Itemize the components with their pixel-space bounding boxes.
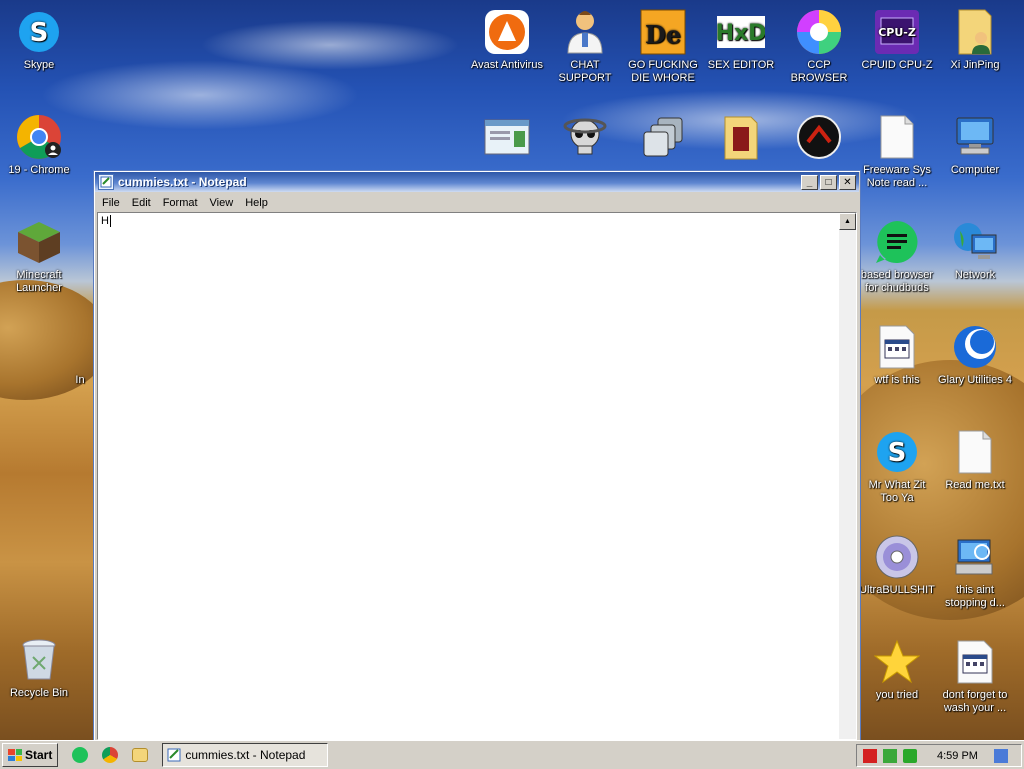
desktop-icon-avast[interactable]: Avast Antivirus	[467, 8, 547, 72]
desktop-icon-based-browser[interactable]: based browser for chudbuds	[857, 218, 937, 295]
desktop-icon-de[interactable]: De GO FUCKING DIE WHORE	[623, 8, 703, 85]
svg-text:CPU-Z: CPU-Z	[878, 26, 916, 39]
pc-search-icon	[951, 533, 999, 581]
desktop-icon-chat-support[interactable]: CHAT SUPPORT	[545, 8, 625, 85]
ccp-utopia-icon	[795, 113, 843, 161]
scroll-up-arrow[interactable]: ▲	[839, 213, 856, 230]
disc-icon	[873, 533, 921, 581]
text-caret	[109, 215, 111, 228]
hxd-icon: HxD	[717, 8, 765, 56]
svg-text:De: De	[645, 20, 681, 49]
menu-view[interactable]: View	[204, 195, 240, 211]
desktop-icon-dont-forget[interactable]: dont forget to wash your ...	[935, 638, 1015, 715]
desktop-icon-skype[interactable]: S Skype	[0, 8, 79, 72]
folder-user-icon	[951, 8, 999, 56]
minimize-button[interactable]: _	[801, 174, 818, 190]
notepad-icon	[167, 748, 181, 762]
editor-content: H	[101, 215, 109, 227]
desktop-icon-freeware-note[interactable]: Freeware Sys Note read ...	[857, 113, 937, 190]
desktop-icon-layers[interactable]	[623, 113, 703, 164]
desktop-icon-hxd[interactable]: HxD SEX EDITOR	[701, 8, 781, 72]
desktop-icon-cpuz[interactable]: CPU-Z CPUID CPU-Z	[857, 8, 937, 72]
green-browser-icon	[873, 218, 921, 266]
start-button[interactable]: Start	[2, 743, 59, 767]
text-editor[interactable]: H ▲	[97, 212, 857, 740]
glary-icon	[951, 323, 999, 371]
vertical-scrollbar[interactable]: ▲	[839, 213, 856, 739]
chrome-icon	[15, 113, 63, 161]
desktop-icon-ccp-browser[interactable]: CCP BROWSER	[779, 8, 859, 85]
menu-help[interactable]: Help	[239, 195, 274, 211]
recycle-bin-icon	[15, 636, 63, 684]
window-title: cummies.txt - Notepad	[118, 175, 247, 189]
taskbar-notepad-button[interactable]: cummies.txt - Notepad	[162, 743, 329, 767]
window-app-icon	[483, 113, 531, 161]
notepad-window[interactable]: cummies.txt - Notepad _ □ ✕ File Edit Fo…	[93, 170, 861, 744]
taskbar: Start cummies.txt - Notepad 4:59 PM	[0, 740, 1024, 769]
minecraft-icon	[15, 218, 63, 266]
maximize-button[interactable]: □	[820, 174, 837, 190]
windows-logo-icon	[8, 749, 22, 761]
text-file-icon	[873, 113, 921, 161]
desktop-icon-computer[interactable]: Computer	[935, 113, 1015, 177]
start-label: Start	[25, 748, 53, 762]
folder-icon[interactable]	[132, 748, 149, 762]
desktop-icon-readme[interactable]: Read me.txt	[935, 428, 1015, 492]
taskbar-notepad-label: cummies.txt - Notepad	[185, 748, 306, 762]
desktop-icon-mr-what[interactable]: S Mr What Zit Too Ya	[857, 428, 937, 505]
menu-format[interactable]: Format	[157, 195, 204, 211]
flag-icon[interactable]	[863, 748, 877, 763]
desktop-icon-network[interactable]: Network	[935, 218, 1015, 282]
svg-text:HxD: HxD	[717, 21, 765, 46]
green-browser-icon[interactable]	[72, 747, 89, 763]
menu-file[interactable]: File	[96, 195, 126, 211]
desktop-icon-minecraft[interactable]: Minecraft Launcher	[0, 218, 79, 295]
skype-icon: S	[873, 428, 921, 476]
desktop-icon-chrome[interactable]: 19 - Chrome	[0, 113, 79, 177]
desktop-icon-window-app[interactable]	[467, 113, 547, 164]
chrome-icon[interactable]	[102, 747, 119, 763]
skull-icon	[561, 113, 609, 161]
clock[interactable]: 4:59 PM	[937, 750, 978, 762]
system-tray: 4:59 PM	[856, 744, 1022, 767]
text-file-icon	[951, 428, 999, 476]
menu-edit[interactable]: Edit	[126, 195, 157, 211]
show-desktop-icon[interactable]	[993, 748, 1008, 763]
layers-icon	[639, 113, 687, 161]
folder-doc-icon	[717, 113, 765, 161]
desktop-icon-ccp-utopia[interactable]	[779, 113, 859, 164]
network-icon	[951, 218, 999, 266]
desktop-icon-glary[interactable]: Glary Utilities 4	[935, 323, 1015, 387]
desktop-icon-skull[interactable]	[545, 113, 625, 164]
quick-launch	[72, 747, 149, 763]
desktop-icon-this-aint[interactable]: this aint stopping d...	[935, 533, 1015, 610]
close-button[interactable]: ✕	[839, 174, 856, 190]
doctor-icon	[561, 8, 609, 56]
volume-icon[interactable]	[903, 748, 917, 763]
star-icon	[873, 638, 921, 686]
avast-icon	[483, 8, 531, 56]
desktop-icon-folder-user[interactable]: Xi JinPing	[935, 8, 1015, 72]
title-bar[interactable]: cummies.txt - Notepad _ □ ✕	[95, 172, 859, 192]
ccp-browser-icon	[795, 8, 843, 56]
desktop-icon-ultra[interactable]: UltraBULLSHIT	[857, 533, 937, 597]
desktop-icon-recycle-bin[interactable]: Recycle Bin	[0, 636, 79, 700]
desktop-icon-wtf[interactable]: wtf is this	[857, 323, 937, 387]
cpuz-icon: CPU-Z	[873, 8, 921, 56]
desktop-icon-you-tried[interactable]: you tried	[857, 638, 937, 702]
network-tray-icon[interactable]	[883, 748, 897, 763]
computer-icon	[951, 113, 999, 161]
app-file-icon	[951, 638, 999, 686]
app-file-icon	[873, 323, 921, 371]
menu-bar: File Edit Format View Help	[94, 193, 860, 212]
desktop-icon-folder-doc[interactable]	[701, 113, 781, 164]
notepad-icon	[98, 174, 114, 190]
de-icon: De	[639, 8, 687, 56]
skype-icon: S	[15, 8, 63, 56]
svg-text:S: S	[888, 438, 907, 468]
svg-text:S: S	[30, 18, 49, 48]
